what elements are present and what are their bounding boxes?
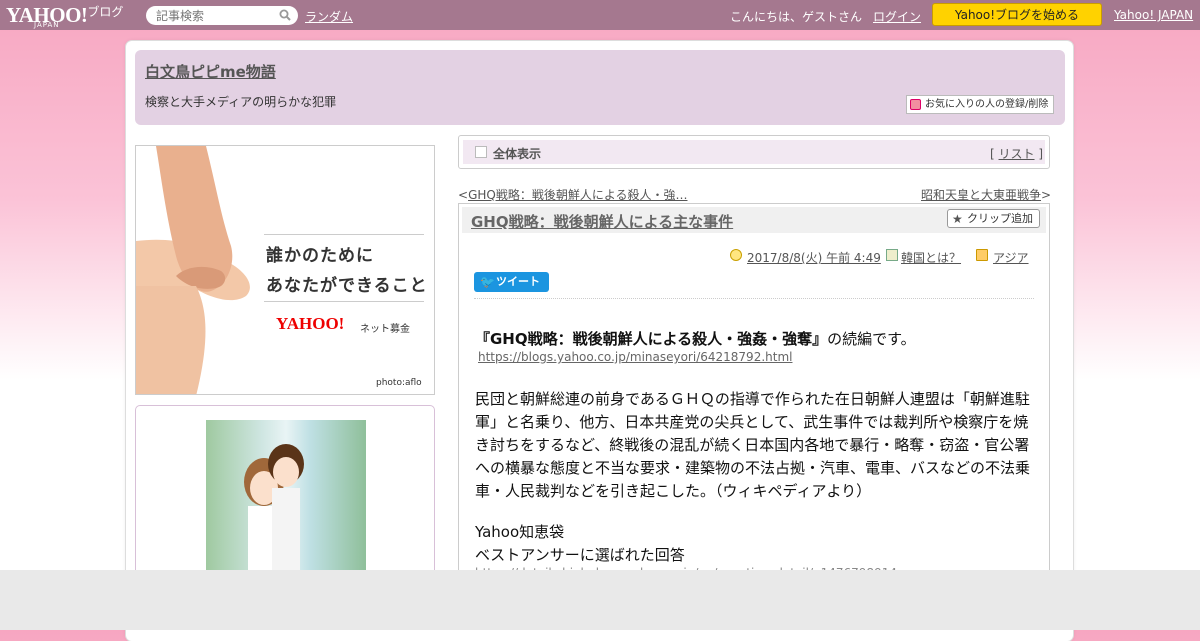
- profile-avatar[interactable]: [206, 420, 366, 580]
- clip-add-button[interactable]: ★ クリップ追加: [947, 209, 1040, 228]
- article-folder-link[interactable]: アジア: [993, 251, 1029, 265]
- article-category-link[interactable]: 韓国とは？: [901, 251, 961, 265]
- article-title-link[interactable]: GHQ戦略：戦後朝鮮人による主な事件: [471, 211, 733, 232]
- favorite-button-label: お気に入りの人の登録/削除: [925, 99, 1049, 110]
- search-icon[interactable]: [279, 9, 291, 21]
- list-link-wrapper: [ リスト ]: [990, 145, 1043, 162]
- random-link[interactable]: ランダム: [305, 8, 353, 25]
- tweet-button[interactable]: 🐦 ツイート: [474, 272, 549, 292]
- article-paragraph: 民団と朝鮮総連の前身であるＧＨＱの指導で作られた在日朝鮮人連盟は「朝鮮進駐軍」と…: [475, 390, 1031, 500]
- tweet-label: ツイート: [496, 275, 540, 288]
- article-lead-url[interactable]: https://blogs.yahoo.co.jp/minaseyori/642…: [478, 350, 792, 364]
- banner-divider-top: [264, 234, 424, 235]
- favorite-register-button[interactable]: お気に入りの人の登録/削除: [906, 95, 1054, 114]
- view-all-label: 全体表示: [493, 147, 542, 161]
- clock-icon: [730, 249, 742, 261]
- top-bar: YAHOO!ブログ JAPAN ランダム こんにちは、ゲストさん ログイン Ya…: [0, 0, 1200, 30]
- book-icon: [886, 249, 898, 261]
- banner-divider-bottom: [264, 301, 424, 302]
- clip-add-label: クリップ追加: [967, 212, 1033, 225]
- article-category: 韓国とは？: [901, 249, 961, 266]
- next-article-nav: 昭和天皇と大東亜戦争>: [921, 186, 1051, 203]
- prev-arrow: <: [458, 188, 469, 202]
- prev-article-nav: <GHQ戦略：戦後朝鮮人による殺人・強…: [458, 186, 687, 203]
- greeting-text: こんにちは、ゲストさん: [730, 10, 863, 24]
- couple-illustration: [244, 444, 304, 580]
- banner-photo-credit: photo:aflo: [376, 378, 422, 388]
- profile-box: [135, 405, 435, 585]
- start-blog-button[interactable]: Yahoo!ブログを始める: [932, 3, 1102, 26]
- article-date-link[interactable]: 2017/8/8(火) 午前 4:49: [747, 251, 881, 265]
- list-link[interactable]: リスト: [999, 147, 1035, 161]
- arrow-right-icon: [475, 146, 487, 158]
- view-bar-inner: [463, 140, 1045, 164]
- article-lead-rest: の続編です。: [827, 330, 916, 348]
- chiebukuro-subtitle: ベストアンサーに選ばれた回答: [475, 546, 685, 564]
- banner-headline-2: あなたができること: [266, 276, 428, 296]
- twitter-bird-icon: 🐦: [480, 275, 495, 289]
- chiebukuro-title: Yahoo知恵袋: [475, 523, 565, 541]
- logo-japan: JAPAN: [34, 21, 60, 29]
- search-input[interactable]: [146, 6, 298, 25]
- prev-article-link[interactable]: GHQ戦略：戦後朝鮮人による殺人・強…: [468, 188, 687, 202]
- yahoo-blog-logo[interactable]: YAHOO!ブログ JAPAN: [6, 3, 124, 29]
- next-article-link[interactable]: 昭和天皇と大東亜戦争: [921, 188, 1041, 202]
- banner-yahoo-logo: YAHOO!: [276, 314, 345, 333]
- article-folder: アジア: [993, 249, 1029, 266]
- logo-sub: ブログ: [87, 5, 124, 19]
- bottom-bar: [0, 570, 1200, 630]
- article-date: 2017/8/8(火) 午前 4:49: [747, 249, 881, 266]
- banner-logo-sub: ネット募金: [360, 324, 410, 335]
- star-icon: ★: [952, 212, 963, 226]
- view-bar: [458, 135, 1050, 169]
- folder-icon: [976, 249, 988, 261]
- article-divider: [474, 298, 1034, 299]
- blog-description: 検察と大手メディアの明らかな犯罪: [145, 95, 337, 109]
- list-bracket-open: [: [990, 147, 999, 161]
- heart-icon: [910, 99, 921, 110]
- article-lead: 『GHQ戦略：戦後朝鮮人による殺人・強姦・強奪』の続編です。: [475, 328, 1037, 351]
- yahoo-japan-link[interactable]: Yahoo! JAPAN: [1114, 8, 1193, 22]
- banner-headline-1: 誰かのために: [266, 246, 374, 266]
- list-bracket-close: ]: [1034, 147, 1044, 161]
- blog-title-link[interactable]: 白文鳥ピピme物語: [145, 61, 276, 82]
- donation-banner[interactable]: 誰かのために あなたができること YAHOO! ネット募金 photo:aflo: [135, 145, 435, 395]
- article-lead-bold: 『GHQ戦略：戦後朝鮮人による殺人・強姦・強奪』: [475, 330, 828, 348]
- login-link[interactable]: ログイン: [873, 8, 921, 25]
- next-arrow: >: [1041, 188, 1052, 202]
